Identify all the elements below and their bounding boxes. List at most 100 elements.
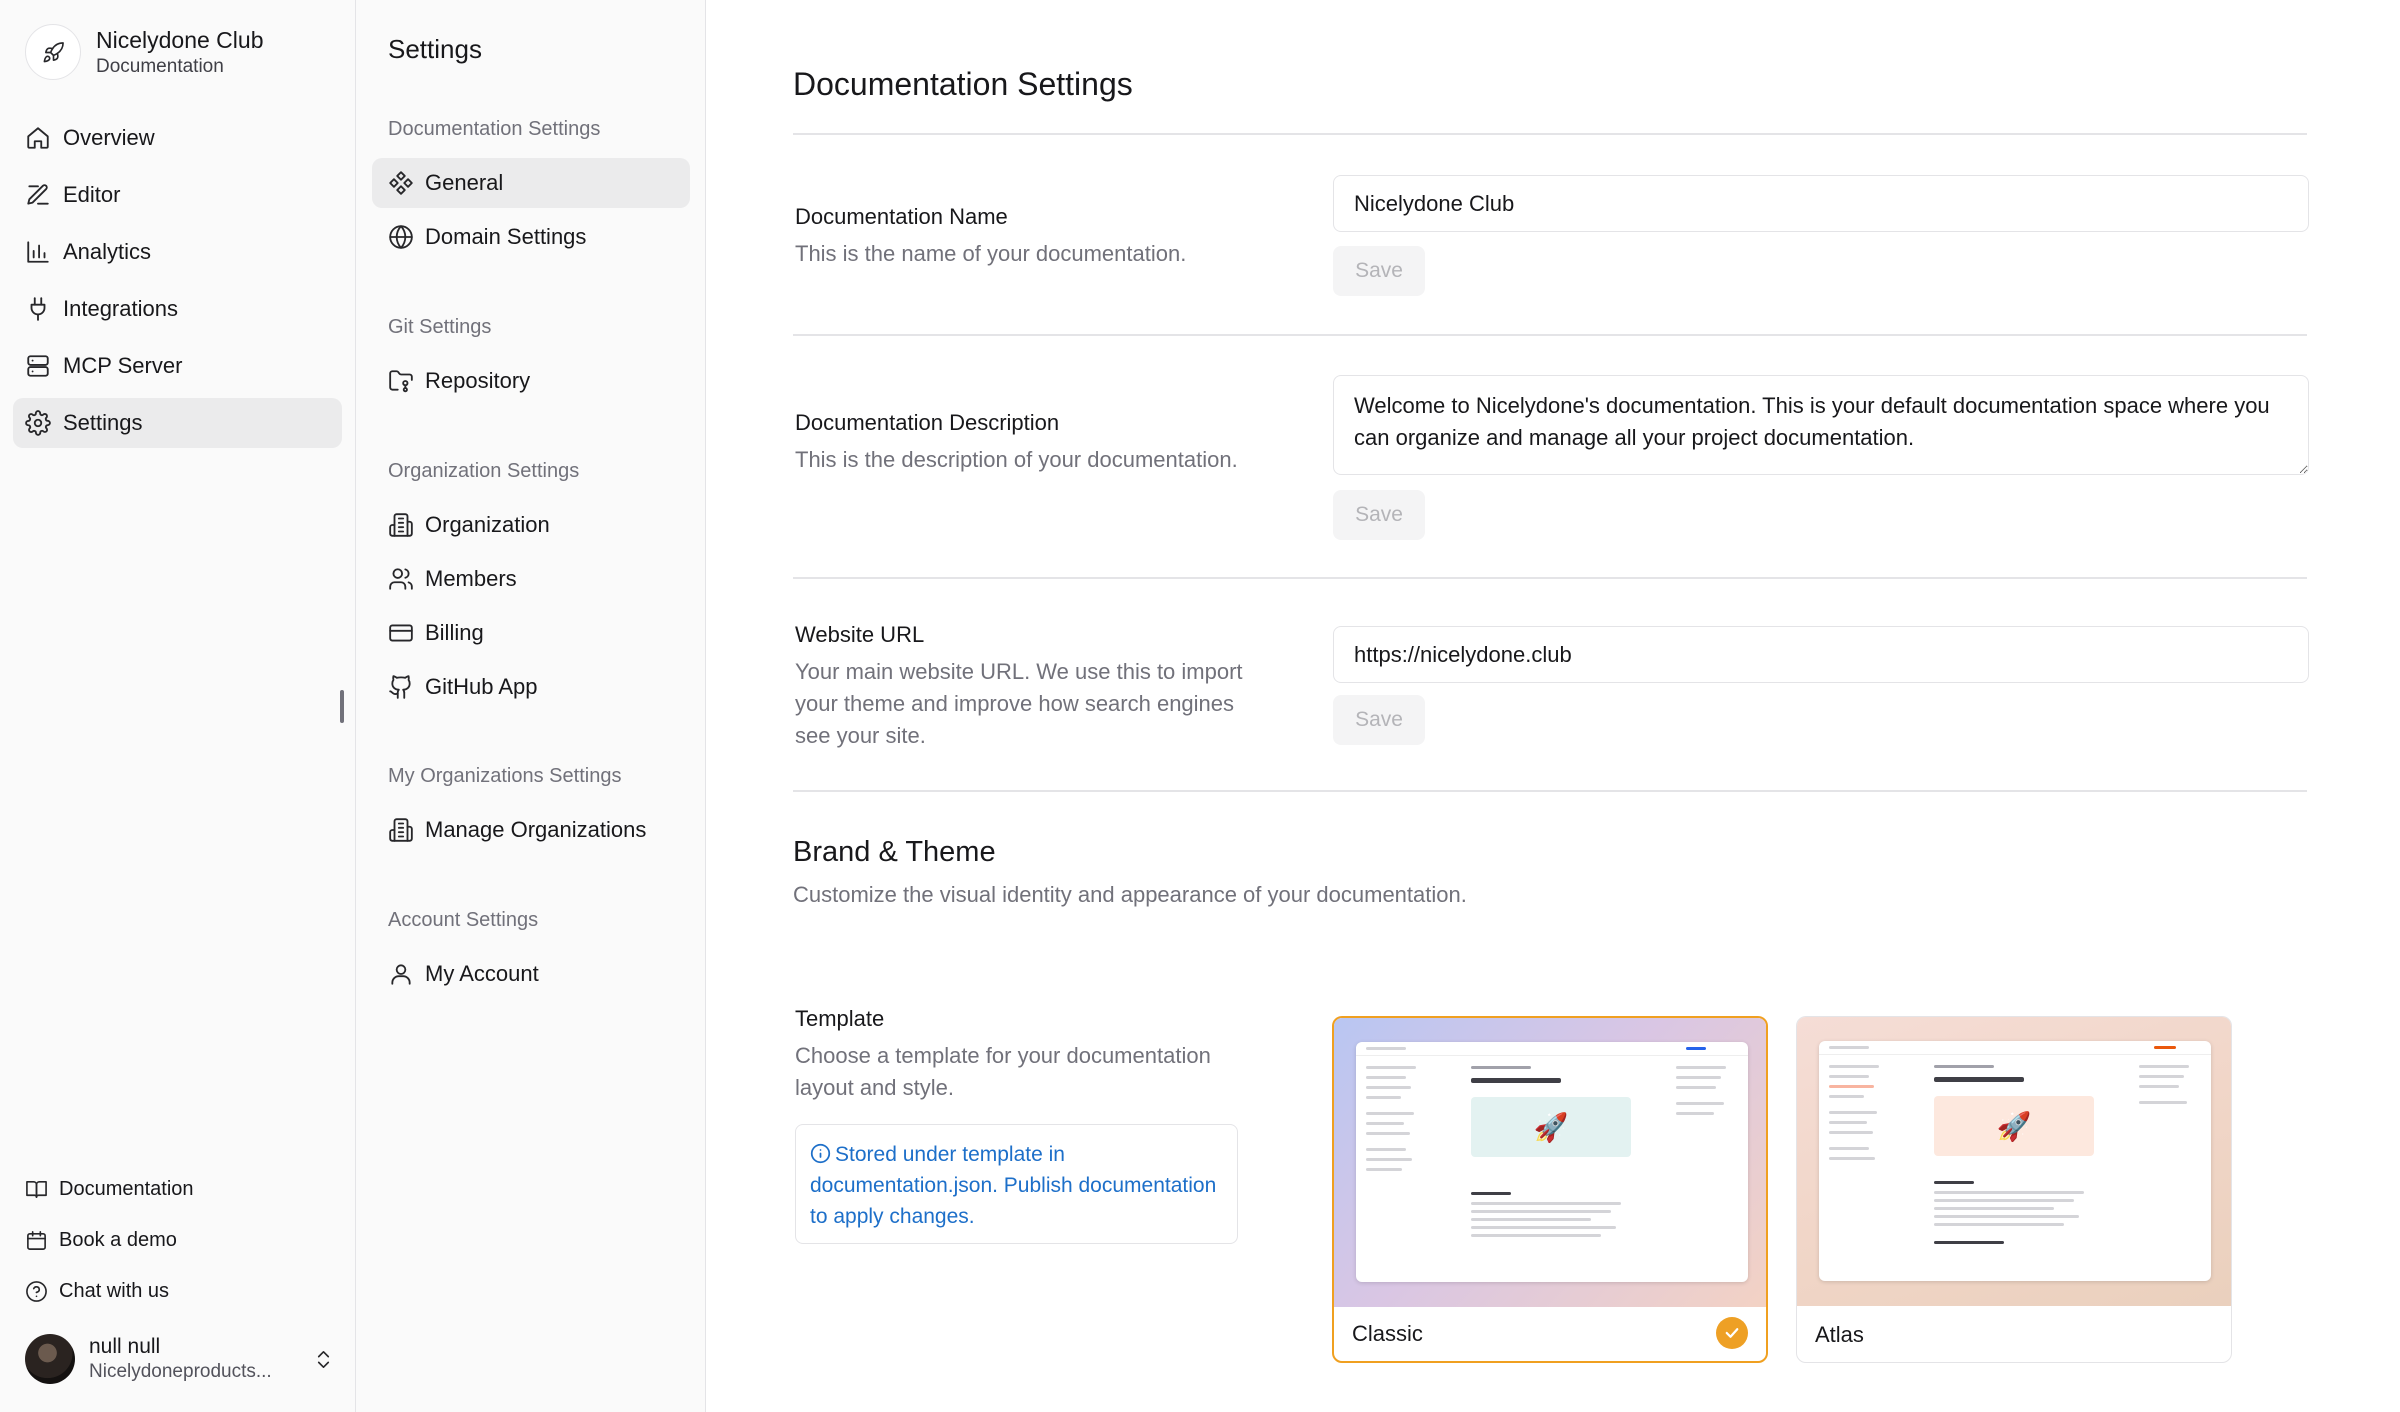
nav-item-label: Editor (63, 182, 121, 207)
page-title: Documentation Settings (793, 66, 1133, 102)
settings-item-domain-settings[interactable]: Domain Settings (372, 212, 690, 262)
doc-description-save-button[interactable]: Save (1333, 490, 1425, 540)
doc-description-label: Documentation Description (795, 410, 1060, 435)
book-icon (26, 1181, 47, 1198)
info-icon (810, 1143, 831, 1164)
template-thumbnail: 🚀 (1356, 1042, 1748, 1282)
doc-description-help: This is the description of your document… (795, 447, 1238, 472)
divider (793, 334, 2307, 336)
template-description: Choose a template for your documentation… (795, 1043, 1211, 1100)
settings-group-git: Git Settings Repository (372, 312, 690, 410)
template-name-classic: Classic (1352, 1321, 1423, 1346)
settings-sidebar: Settings Documentation Settings General … (356, 0, 706, 1412)
brand-subtitle: Documentation (96, 56, 224, 77)
settings-item-label: General (425, 170, 504, 195)
footer-link-label: Chat with us (59, 1280, 170, 1302)
settings-group-account: Account Settings My Account (372, 905, 690, 1003)
brand[interactable]: Nicelydone Club Documentation (25, 24, 263, 80)
template-card-classic[interactable]: 🚀 Classic (1332, 1016, 1768, 1363)
nav-item-integrations[interactable]: Integrations (13, 284, 342, 334)
settings-item-general[interactable]: General (372, 158, 690, 208)
component-icon (389, 171, 413, 195)
template-label: Template (795, 1006, 885, 1031)
website-url-save-button[interactable]: Save (1333, 695, 1425, 745)
calendar-icon (27, 1231, 46, 1250)
settings-item-github-app[interactable]: GitHub App (372, 662, 690, 712)
settings-item-repository[interactable]: Repository (372, 356, 690, 406)
server-icon (27, 355, 49, 377)
bar-chart-icon (27, 241, 49, 263)
settings-group-heading: Account Settings (388, 909, 539, 931)
check-icon (1716, 1317, 1748, 1349)
user-subtitle: Nicelydoneproducts... (89, 1361, 272, 1382)
main-content: Documentation Settings Documentation Nam… (707, 0, 2400, 1412)
doc-name-description: This is the name of your documentation. (795, 241, 1187, 266)
user-menu[interactable]: null null Nicelydoneproducts... (25, 1334, 335, 1384)
nav-item-editor[interactable]: Editor (13, 170, 342, 220)
template-notice-text: Stored under template in documentation.j… (810, 1143, 1217, 1228)
help-circle-icon (26, 1281, 47, 1302)
doc-name-save-button[interactable]: Save (1333, 246, 1425, 296)
nav-item-label: Overview (63, 125, 155, 150)
nav-item-label: Settings (63, 410, 143, 435)
plug-icon (30, 297, 46, 321)
doc-description-textarea[interactable]: Welcome to Nicelydone's documentation. T… (1333, 375, 2309, 475)
settings-item-label: My Account (425, 961, 539, 986)
settings-item-label: Repository (425, 368, 531, 393)
gear-icon (25, 410, 51, 436)
sidebar-resize-handle[interactable] (340, 690, 344, 723)
home-icon (27, 127, 49, 149)
settings-group-documentation: Documentation Settings General Domain Se… (372, 114, 690, 266)
template-preview-atlas: 🚀 (1797, 1017, 2231, 1306)
template-name-atlas: Atlas (1815, 1322, 1864, 1347)
book-demo-link[interactable]: Book a demo (25, 1215, 194, 1266)
rocket-icon (25, 24, 81, 80)
settings-group-my-organizations: My Organizations Settings Manage Organiz… (372, 761, 690, 859)
nav-item-label: Analytics (63, 239, 152, 264)
rocket-illustration: 🚀 (1471, 1097, 1631, 1157)
doc-name-input[interactable] (1333, 175, 2309, 232)
settings-item-label: Members (425, 566, 517, 591)
settings-item-billing[interactable]: Billing (372, 608, 690, 658)
footer-links: Documentation Book a demo Chat with us (25, 1164, 194, 1317)
settings-item-members[interactable]: Members (372, 554, 690, 604)
settings-item-label: Manage Organizations (425, 817, 647, 842)
website-url-input[interactable] (1333, 626, 2309, 683)
template-preview-classic: 🚀 (1334, 1018, 1766, 1307)
nav-item-overview[interactable]: Overview (13, 113, 342, 163)
app-sidebar: Nicelydone Club Documentation Overview E… (0, 0, 356, 1412)
settings-item-my-account[interactable]: My Account (372, 949, 690, 999)
divider (793, 133, 2307, 135)
template-thumbnail: 🚀 (1819, 1041, 2211, 1281)
nav-item-mcp-server[interactable]: MCP Server (13, 341, 342, 391)
settings-item-organization[interactable]: Organization (372, 500, 690, 550)
brand-name: Nicelydone Club (96, 27, 264, 53)
avatar (25, 1334, 75, 1384)
settings-group-heading: My Organizations Settings (388, 765, 622, 787)
rocket-illustration: 🚀 (1934, 1096, 2094, 1156)
user-name: null null (89, 1335, 161, 1358)
users-icon (389, 568, 413, 590)
folder-git-icon (389, 370, 413, 393)
footer-link-label: Book a demo (59, 1229, 177, 1251)
template-notice: Stored under template in documentation.j… (795, 1124, 1238, 1244)
footer-link-label: Documentation (59, 1178, 194, 1200)
globe-icon (389, 225, 413, 249)
divider (793, 790, 2307, 792)
brand-theme-title: Brand & Theme (793, 836, 996, 868)
nav-item-analytics[interactable]: Analytics (13, 227, 342, 277)
settings-item-label: Billing (425, 620, 484, 645)
settings-group-organization: Organization Settings Organization Membe… (372, 456, 690, 716)
settings-item-label: Domain Settings (425, 224, 587, 249)
chat-link[interactable]: Chat with us (25, 1266, 194, 1317)
credit-card-icon (389, 624, 413, 642)
nav-item-label: MCP Server (63, 353, 183, 378)
website-url-label: Website URL (795, 622, 925, 647)
website-url-description: Your main website URL. We use this to im… (795, 659, 1243, 748)
documentation-link[interactable]: Documentation (25, 1164, 194, 1215)
settings-item-label: GitHub App (425, 674, 538, 699)
settings-item-manage-organizations[interactable]: Manage Organizations (372, 805, 690, 855)
nav-item-settings[interactable]: Settings (13, 398, 342, 448)
edit-icon (27, 184, 49, 205)
template-card-atlas[interactable]: 🚀 Atlas (1796, 1016, 2232, 1363)
